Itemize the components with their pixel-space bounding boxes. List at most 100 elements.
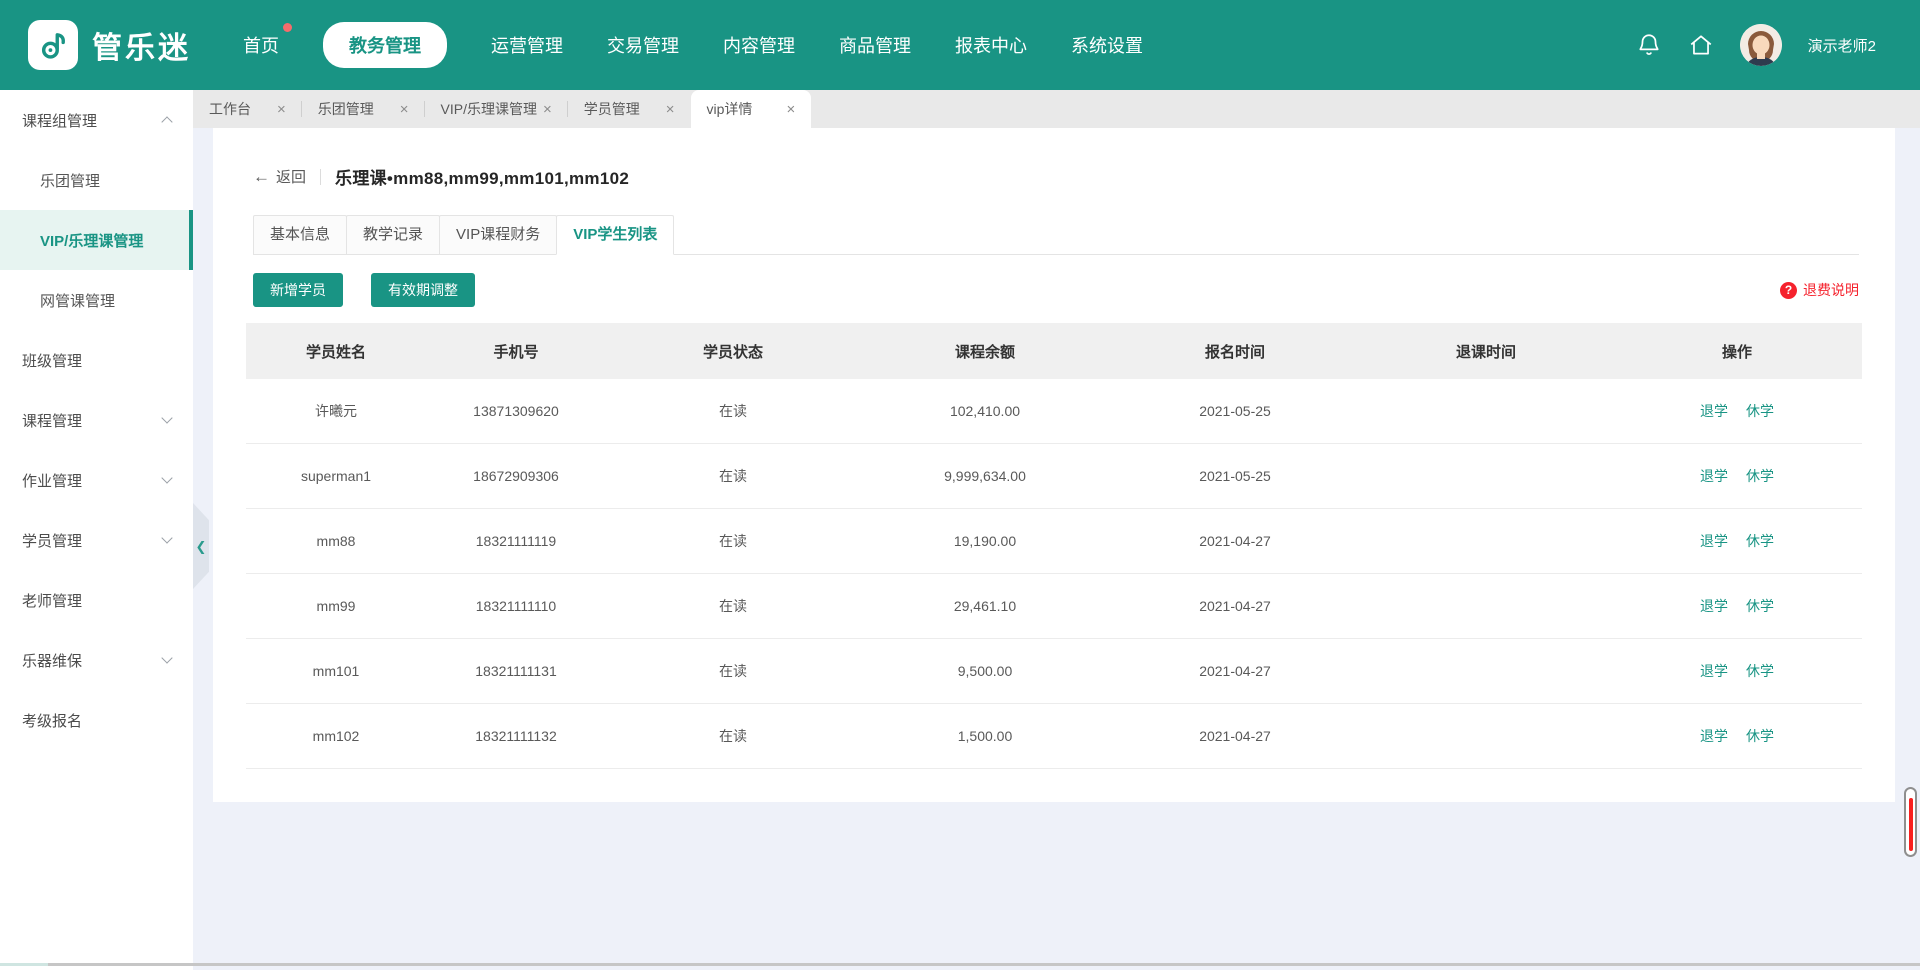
collapse-left-icon: ❮ [196, 540, 207, 553]
cell-actions: 退学 休学 [1612, 596, 1862, 616]
page-header: ← 返回 乐理课•mm88,mm99,mm101,mm102 [213, 128, 1895, 189]
col-course-balance: 课程余额 [860, 341, 1110, 362]
nav-item-academic-mgmt[interactable]: 教务管理 [323, 22, 447, 68]
close-icon[interactable]: × [277, 102, 286, 117]
nav-item-report-center[interactable]: 报表中心 [955, 32, 1027, 58]
nav-item-operations-mgmt[interactable]: 运营管理 [491, 32, 563, 58]
tab-vip-course-finance[interactable]: VIP课程财务 [439, 215, 557, 255]
cell-phone: 18321111132 [426, 728, 606, 744]
cell-course-balance: 19,190.00 [860, 533, 1110, 549]
cell-actions: 退学 休学 [1612, 466, 1862, 486]
nav-item-product-mgmt[interactable]: 商品管理 [839, 32, 911, 58]
sidebar-item-teacher-mgmt[interactable]: 老师管理 [0, 570, 193, 630]
chevron-up-icon [161, 116, 172, 127]
close-icon[interactable]: × [543, 102, 552, 117]
current-user-name[interactable]: 演示老师2 [1808, 35, 1876, 56]
tab-band-mgmt[interactable]: 乐团管理 × [302, 90, 425, 128]
col-actions: 操作 [1612, 341, 1862, 362]
suspend-link[interactable]: 休学 [1746, 726, 1774, 746]
refund-note-link[interactable]: ? 退费说明 [1780, 280, 1859, 300]
cell-phone: 18321111131 [426, 663, 606, 679]
cell-student-name: superman1 [246, 468, 426, 484]
back-arrow-icon: ← [253, 167, 270, 187]
cell-actions: 退学 休学 [1612, 531, 1862, 551]
tab-vip-detail[interactable]: vip详情 × [691, 90, 812, 128]
col-status: 学员状态 [606, 341, 860, 362]
sidebar-item-student-mgmt[interactable]: 学员管理 [0, 510, 193, 570]
cell-course-balance: 1,500.00 [860, 728, 1110, 744]
toolbar: 新增学员 有效期调整 ? 退费说明 [253, 273, 1859, 307]
sidebar-item-course-mgmt[interactable]: 课程管理 [0, 390, 193, 450]
sidebar-item-course-group-mgmt[interactable]: 课程组管理 [0, 90, 193, 150]
close-icon[interactable]: × [400, 102, 409, 117]
sidebar-item-band-mgmt[interactable]: 乐团管理 [0, 150, 193, 210]
close-icon[interactable]: × [786, 102, 795, 117]
suspend-link[interactable]: 休学 [1746, 466, 1774, 486]
home-icon[interactable] [1688, 32, 1714, 58]
tab-basic-info[interactable]: 基本信息 [253, 215, 347, 255]
cell-status: 在读 [606, 596, 860, 616]
cell-actions: 退学 休学 [1612, 726, 1862, 746]
bell-icon[interactable] [1636, 32, 1662, 58]
sidebar: 课程组管理 乐团管理 VIP/乐理课管理 网管课管理 班级管理 课程管理 作业管… [0, 90, 193, 970]
suspend-link[interactable]: 休学 [1746, 401, 1774, 421]
withdraw-link[interactable]: 退学 [1700, 466, 1728, 486]
cell-enroll-date: 2021-04-27 [1110, 728, 1360, 744]
cell-student-name: mm88 [246, 533, 426, 549]
cell-status: 在读 [606, 466, 860, 486]
back-button[interactable]: ← 返回 [253, 166, 306, 187]
sidebar-item-online-course-mgmt[interactable]: 网管课管理 [0, 270, 193, 330]
sidebar-item-vip-theory-course-mgmt[interactable]: VIP/乐理课管理 [0, 210, 193, 270]
add-student-button[interactable]: 新增学员 [253, 273, 343, 307]
nav-item-home[interactable]: 首页 [243, 32, 279, 58]
sidebar-item-class-mgmt[interactable]: 班级管理 [0, 330, 193, 390]
horizontal-scrollbar-tint [0, 963, 48, 966]
withdraw-link[interactable]: 退学 [1700, 596, 1728, 616]
cell-course-balance: 29,461.10 [860, 598, 1110, 614]
col-enroll-date: 报名时间 [1110, 341, 1360, 362]
cell-student-name: 许曦元 [246, 401, 426, 421]
cell-enroll-date: 2021-04-27 [1110, 533, 1360, 549]
tab-teaching-records[interactable]: 教学记录 [346, 215, 440, 255]
workspace-tabbar: 工作台 × 乐团管理 × VIP/乐理课管理 × 学员管理 × vip详情 × [193, 90, 1920, 128]
cell-student-name: mm102 [246, 728, 426, 744]
app-logo[interactable] [28, 20, 78, 70]
table-row: superman1 18672909306 在读 9,999,634.00 20… [246, 444, 1862, 509]
suspend-link[interactable]: 休学 [1746, 596, 1774, 616]
sidebar-item-instrument-maintenance[interactable]: 乐器维保 [0, 630, 193, 690]
horizontal-scrollbar[interactable] [0, 963, 1920, 966]
table-row: mm99 18321111110 在读 29,461.10 2021-04-27… [246, 574, 1862, 639]
adjust-validity-button[interactable]: 有效期调整 [371, 273, 475, 307]
withdraw-link[interactable]: 退学 [1700, 661, 1728, 681]
suspend-link[interactable]: 休学 [1746, 661, 1774, 681]
table-row: mm101 18321111131 在读 9,500.00 2021-04-27… [246, 639, 1862, 704]
cell-actions: 退学 休学 [1612, 401, 1862, 421]
page-title: 乐理课•mm88,mm99,mm101,mm102 [335, 164, 629, 189]
close-icon[interactable]: × [666, 102, 675, 117]
col-phone: 手机号 [426, 341, 606, 362]
tab-workbench[interactable]: 工作台 × [193, 90, 302, 128]
tab-student-mgmt[interactable]: 学员管理 × [568, 90, 691, 128]
withdraw-link[interactable]: 退学 [1700, 531, 1728, 551]
vertical-scrollbar-thumb[interactable] [1909, 798, 1913, 851]
cell-status: 在读 [606, 726, 860, 746]
table-body: 许曦元 13871309620 在读 102,410.00 2021-05-25… [246, 379, 1862, 769]
vertical-scrollbar[interactable] [1904, 787, 1917, 857]
main-content: ← 返回 乐理课•mm88,mm99,mm101,mm102 基本信息 教学记录… [193, 128, 1920, 970]
avatar[interactable] [1740, 24, 1782, 66]
cell-phone: 18672909306 [426, 468, 606, 484]
tab-vip-student-list[interactable]: VIP学生列表 [556, 215, 674, 255]
sidebar-item-exam-registration[interactable]: 考级报名 [0, 690, 193, 750]
withdraw-link[interactable]: 退学 [1700, 401, 1728, 421]
nav-item-system-settings[interactable]: 系统设置 [1071, 32, 1143, 58]
tab-vip-theory-mgmt[interactable]: VIP/乐理课管理 × [425, 90, 568, 128]
cell-phone: 13871309620 [426, 403, 606, 419]
withdraw-link[interactable]: 退学 [1700, 726, 1728, 746]
nav-item-transaction-mgmt[interactable]: 交易管理 [607, 32, 679, 58]
cell-enroll-date: 2021-05-25 [1110, 468, 1360, 484]
table-header: 学员姓名 手机号 学员状态 课程余额 报名时间 退课时间 操作 [246, 323, 1862, 379]
nav-item-content-mgmt[interactable]: 内容管理 [723, 32, 795, 58]
table-row: 许曦元 13871309620 在读 102,410.00 2021-05-25… [246, 379, 1862, 444]
suspend-link[interactable]: 休学 [1746, 531, 1774, 551]
sidebar-item-homework-mgmt[interactable]: 作业管理 [0, 450, 193, 510]
